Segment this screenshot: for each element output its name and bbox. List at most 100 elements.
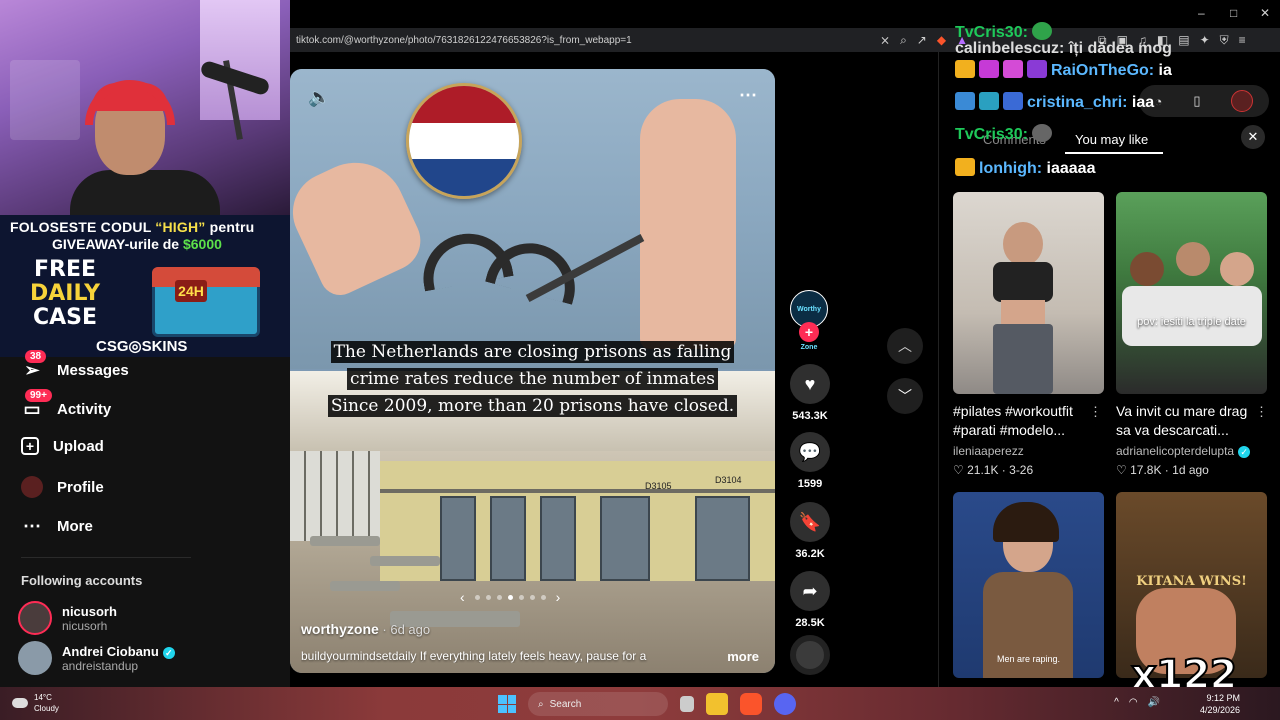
chevron-up-icon[interactable]: ^ [1114, 697, 1119, 708]
heart-outline-icon: ♡ [953, 463, 964, 477]
comment-icon[interactable]: 💬 [790, 432, 830, 472]
maximize-button[interactable]: □ [1230, 6, 1237, 20]
taskbar-clock[interactable]: 9:12 PM 4/29/2026 [1200, 692, 1240, 716]
recommended-video-thumb[interactable] [953, 192, 1104, 394]
recommended-video-thumb[interactable]: Men are raping. [953, 492, 1104, 678]
carousel-dot[interactable] [485, 594, 491, 600]
carousel-next-icon[interactable]: › [556, 589, 561, 605]
case-box-icon: 24H [152, 267, 260, 337]
close-window-button[interactable]: ✕ [1260, 6, 1270, 20]
photo-post[interactable]: D3105 D3104 The Netherlands are closing … [290, 69, 775, 673]
post-description: buildyourmindsetdaily If everything late… [301, 649, 647, 663]
translate-icon[interactable]: ⨯ [880, 33, 890, 48]
next-post-button[interactable]: ﹀ [887, 378, 923, 414]
avatar [18, 601, 52, 635]
sponsor-banner: FOLOSESTE CODUL “HIGH” pentru GIVEAWAY-u… [0, 215, 290, 357]
previous-post-button[interactable]: ︿ [887, 328, 923, 364]
chat-username: TvCris30: [955, 126, 1028, 143]
following-account-nicusorh[interactable]: nicusorh nicusorh [18, 601, 117, 635]
vpn-icon[interactable]: ⛨ [1220, 33, 1229, 48]
share-icon[interactable]: ↗ [917, 33, 927, 48]
share-arrow-icon[interactable]: ➦ [790, 571, 830, 611]
bookmark-icon[interactable]: 🔖 [790, 502, 830, 542]
network-icon[interactable]: ◠ [1129, 697, 1138, 708]
active-tab-indicator [1065, 152, 1163, 154]
music-disc-icon[interactable] [790, 635, 830, 675]
streamer-webcam [0, 0, 290, 215]
close-panel-button[interactable]: ✕ [1241, 125, 1265, 149]
cell-label: D3104 [715, 475, 742, 485]
thumb-overlay-text: pov: iesiti la triple date [1137, 316, 1246, 328]
recommended-video-thumb[interactable]: pov: iesiti la triple date [1116, 192, 1267, 394]
cell-door [695, 496, 750, 581]
windows-taskbar: 14°C Cloudy ⌕ Search ^ ◠ 🔊 9:12 PM 4/29/20… [0, 687, 1280, 720]
thumb-overlay-text: KITANA WINS! [1136, 574, 1247, 589]
heart-icon[interactable]: ♥ [790, 364, 830, 404]
card-stats: ♡ 17.8K · 1d ago [1116, 463, 1209, 477]
cell-label: D3105 [645, 481, 672, 491]
card-username[interactable]: ileniaaperezz [953, 444, 1024, 458]
verified-icon: ✓ [162, 646, 175, 659]
thumb-overlay-text: Men are raping. [996, 654, 1061, 664]
leo-icon[interactable]: ✦ [1200, 33, 1210, 48]
follow-button[interactable]: + [799, 322, 819, 342]
windows-start-icon[interactable] [498, 695, 516, 713]
post-author[interactable]: worthyzone · 6d ago [301, 621, 430, 637]
wallet-icon[interactable]: ▤ [1178, 33, 1189, 48]
sidebar-item-activity[interactable]: ▭ 99+ Activity [21, 389, 111, 420]
caption-line: crime rates reduce the number of inmates [290, 368, 775, 390]
right-hand [640, 99, 736, 349]
carousel-dot[interactable] [474, 594, 480, 600]
carousel-dot[interactable] [518, 594, 524, 600]
description-more-link[interactable]: more [727, 649, 759, 664]
carousel-dot[interactable] [540, 594, 546, 600]
free-daily-case: FREE DAILY CASE [30, 257, 100, 330]
task-view-icon[interactable] [680, 696, 694, 712]
card-title[interactable]: #pilates #workoutfit #parati #modelo... [953, 402, 1093, 440]
more-options-icon[interactable]: ⋯ [739, 85, 757, 106]
volume-icon[interactable]: 🔈 [308, 87, 330, 108]
plus-square-icon: + [21, 437, 39, 455]
brave-shield-icon[interactable]: ◆ [937, 33, 946, 48]
card-title[interactable]: Va invit cu mare drag sa va descarcati..… [1116, 402, 1256, 440]
user-avatar[interactable] [1231, 90, 1254, 112]
sidebar-item-more[interactable]: ⋯ More [21, 515, 93, 537]
paper-plane-icon: ➢ 38 [21, 350, 47, 381]
pip-icon[interactable]: ◔ [1154, 94, 1162, 109]
brave-browser-icon[interactable] [740, 693, 762, 715]
carousel-prev-icon[interactable]: ‹ [460, 589, 465, 605]
save-action[interactable]: 🔖 36.2K [788, 502, 832, 560]
chat-text: iaaaaa [1042, 160, 1096, 177]
netherlands-flag-icon [406, 83, 522, 199]
carousel-dot[interactable] [529, 594, 535, 600]
sidebar-item-profile[interactable]: Profile [21, 476, 104, 498]
volume-icon[interactable]: 🔊 [1148, 697, 1160, 708]
recommended-video-thumb[interactable]: KITANA WINS! [1116, 492, 1267, 678]
chat-badge-icon [955, 158, 975, 176]
tab-you-may-like[interactable]: You may like [1075, 132, 1148, 147]
card-username[interactable]: adrianelicopterdelupta ✓ [1116, 444, 1251, 458]
minimize-button[interactable]: – [1198, 6, 1205, 20]
carousel-dot[interactable] [507, 594, 513, 600]
menu-icon[interactable]: ≡ [1239, 33, 1246, 48]
comment-action[interactable]: 💬 1599 [788, 432, 832, 490]
carousel-dot[interactable] [496, 594, 502, 600]
messages-badge: 38 [25, 350, 47, 363]
following-accounts-title: Following accounts [21, 573, 143, 588]
share-action[interactable]: ➦ 28.5K [788, 571, 832, 629]
weather-widget[interactable]: 14°C Cloudy [12, 692, 59, 714]
inbox-icon: ▭ 99+ [21, 389, 52, 420]
like-action[interactable]: ♥ 543.3K [788, 364, 832, 422]
following-account-andreistandup[interactable]: Andrei Ciobanu ✓ andreistandup [18, 641, 175, 675]
address-bar[interactable]: tiktok.com/@worthyzone/photo/76318261224… [290, 35, 870, 46]
zoom-icon[interactable]: ⌕ [900, 33, 907, 48]
taskbar-search[interactable]: ⌕ Search [528, 692, 668, 716]
right-panel: calinbelescuz: îți dădea mog ◔ ▯ Comment… [938, 22, 1280, 699]
device-icon[interactable]: ▯ [1193, 93, 1200, 109]
chat-badge-icon [955, 92, 975, 110]
file-explorer-icon[interactable] [706, 693, 728, 715]
sidebar-item-upload[interactable]: + Upload [21, 437, 104, 455]
card-options-icon[interactable]: ⋮ [1255, 404, 1268, 420]
discord-icon[interactable] [774, 693, 796, 715]
sidebar-item-messages[interactable]: ➢ 38 Messages [21, 350, 129, 381]
